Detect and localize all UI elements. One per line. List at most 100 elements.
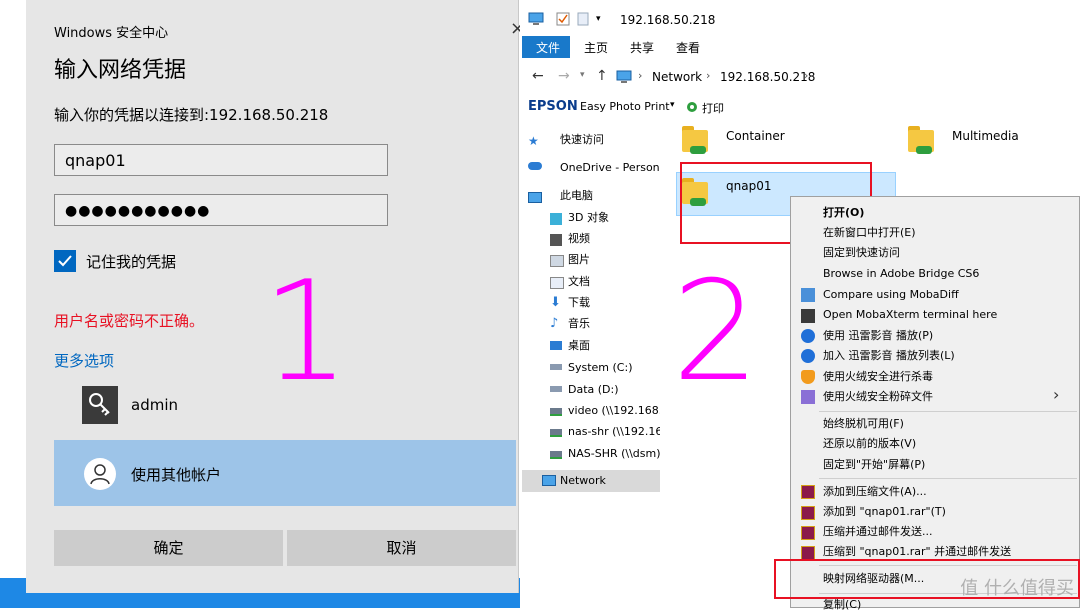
nav-item-video-share[interactable]: video (\\192.168.5	[568, 401, 660, 421]
menu-item-compress-email[interactable]: 压缩并通过邮件发送...	[823, 522, 933, 542]
navigation-pane: ★ 快速访问 OneDrive - Persona 此电脑 3D 对象 视频 图…	[520, 118, 660, 608]
pictures-icon	[550, 255, 564, 267]
menu-item-restore-versions[interactable]: 还原以前的版本(V)	[823, 434, 916, 454]
nav-item-documents[interactable]: 文档	[568, 272, 688, 292]
back-arrow-icon[interactable]: ←	[532, 68, 544, 84]
menu-item-add-rar[interactable]: 添加到 "qnap01.rar"(T)	[823, 502, 946, 522]
mobaxterm-icon	[801, 309, 815, 323]
nav-item-quick-access[interactable]: 快速访问	[560, 130, 680, 150]
menu-item-pin-start[interactable]: 固定到"开始"屏幕(P)	[823, 455, 925, 475]
network-drive-icon	[550, 429, 562, 437]
menu-item-mobadiff[interactable]: Compare using MobaDiff	[823, 285, 959, 305]
nav-item-pictures[interactable]: 图片	[568, 250, 688, 270]
network-drive-icon	[550, 408, 562, 416]
nav-item-nas-shr-dsm[interactable]: NAS-SHR (\\dsm)	[568, 444, 660, 464]
menu-item-huorong-shred[interactable]: 使用火绒安全粉碎文件	[823, 387, 933, 407]
quick-access-dropdown-icon[interactable]: ▾	[596, 14, 601, 24]
forward-arrow-icon[interactable]: →	[558, 68, 570, 84]
xunlei-player-icon	[801, 349, 815, 363]
winrar-icon	[801, 506, 815, 520]
menu-item-xunlei-play[interactable]: 使用 迅雷影音 播放(P)	[823, 326, 933, 346]
title-bar: ▾ 192.168.50.218	[520, 0, 1080, 36]
annotation-step-2: 2	[672, 251, 760, 412]
checkmark-icon	[58, 255, 72, 267]
video-icon	[550, 234, 562, 246]
key-icon	[82, 386, 118, 424]
menu-item-huorong-scan[interactable]: 使用火绒安全进行杀毒	[823, 367, 933, 387]
more-options-link[interactable]: 更多选项	[54, 350, 114, 371]
menu-item-xunlei-playlist[interactable]: 加入 迅雷影音 播放列表(L)	[823, 346, 955, 366]
menu-item-open[interactable]: 打开(O)	[823, 203, 864, 223]
menu-item-mobaxterm[interactable]: Open MobaXterm terminal here	[823, 305, 997, 325]
nav-item-nas-shr[interactable]: nas-shr (\\192.168	[568, 422, 660, 442]
breadcrumb-network[interactable]: Network	[652, 70, 702, 84]
tab-share[interactable]: 共享	[630, 38, 654, 58]
cancel-button[interactable]: 取消	[287, 530, 516, 566]
context-menu: 打开(O) 在新窗口中打开(E) 固定到快速访问 Browse in Adobe…	[790, 196, 1080, 611]
tab-file-label[interactable]: 文件	[536, 38, 560, 58]
new-folder-icon[interactable]	[576, 12, 590, 26]
breadcrumb-host[interactable]: 192.168.50.218	[720, 70, 815, 84]
epson-brand: EPSON	[528, 99, 578, 114]
network-share-icon	[916, 146, 932, 154]
nav-item-desktop[interactable]: 桌面	[568, 336, 688, 356]
submenu-arrow-icon: ›	[1053, 385, 1060, 404]
folder-icon	[682, 124, 708, 154]
breadcrumb-separator-icon: ›	[804, 69, 809, 82]
menu-item-pin-quick-access[interactable]: 固定到快速访问	[823, 243, 900, 263]
tab-home[interactable]: 主页	[584, 38, 608, 58]
winrar-icon	[801, 546, 815, 560]
winrar-icon	[801, 526, 815, 540]
nav-item-videos[interactable]: 视频	[568, 229, 688, 249]
network-icon	[616, 70, 632, 83]
nav-item-drive-d[interactable]: Data (D:)	[568, 380, 688, 400]
print-button[interactable]: 打印	[702, 100, 724, 116]
address-bar: ← → ▾ ↑ › Network › 192.168.50.218 ›	[520, 62, 1080, 92]
xunlei-player-icon	[801, 329, 815, 343]
epson-dropdown-icon[interactable]: ▾	[670, 100, 675, 110]
nav-item-network[interactable]: Network	[560, 471, 680, 491]
tab-view[interactable]: 查看	[676, 38, 700, 58]
print-icon	[687, 102, 697, 112]
ok-button[interactable]: 确定	[54, 530, 283, 566]
nav-item-3d[interactable]: 3D 对象	[568, 208, 688, 228]
nav-item-onedrive[interactable]: OneDrive - Persona	[560, 158, 660, 178]
epson-app-button[interactable]: Easy Photo Print	[580, 100, 670, 113]
recent-dropdown-icon[interactable]: ▾	[580, 70, 585, 80]
star-icon: ★	[528, 134, 539, 148]
this-pc-icon	[528, 192, 542, 203]
password-field[interactable]: ●●●●●●●●●●●	[54, 194, 388, 226]
menu-item-adobe-bridge[interactable]: Browse in Adobe Bridge CS6	[823, 264, 979, 284]
remember-label: 记住我的凭据	[86, 253, 177, 271]
username-field[interactable]: qnap01	[54, 144, 388, 176]
folder-multimedia[interactable]: Multimedia	[952, 129, 1019, 143]
menu-item-offline[interactable]: 始终脱机可用(F)	[823, 414, 904, 434]
computer-icon	[528, 12, 544, 25]
nav-item-drive-c[interactable]: System (C:)	[568, 358, 688, 378]
drive-c-icon	[550, 364, 562, 370]
remember-checkbox[interactable]	[54, 250, 76, 272]
music-icon: ♪	[550, 316, 559, 331]
3d-objects-icon	[550, 213, 562, 225]
nav-item-downloads[interactable]: 下载	[568, 293, 688, 313]
menu-item-open-new-window[interactable]: 在新窗口中打开(E)	[823, 223, 916, 243]
up-arrow-icon[interactable]: ↑	[596, 68, 608, 84]
nav-item-music[interactable]: 音乐	[568, 314, 688, 334]
winrar-icon	[801, 485, 815, 499]
menu-separator	[819, 411, 1077, 412]
nav-item-this-pc[interactable]: 此电脑	[560, 186, 680, 206]
menu-item-add-archive[interactable]: 添加到压缩文件(A)...	[823, 482, 927, 502]
cloud-icon	[528, 162, 542, 170]
network-drive-icon	[550, 451, 562, 459]
folder-container[interactable]: Container	[726, 129, 785, 143]
account-other[interactable]: 使用其他帐户	[54, 440, 516, 506]
account-label: admin	[131, 396, 178, 414]
breadcrumb-separator-icon: ›	[706, 69, 711, 82]
dialog-prompt: 输入你的凭据以连接到:192.168.50.218	[54, 106, 329, 124]
drive-d-icon	[550, 386, 562, 392]
window-title: 192.168.50.218	[620, 13, 716, 27]
folder-icon	[908, 124, 934, 154]
properties-icon[interactable]	[556, 12, 570, 26]
watermark: 值 什么值得买	[960, 578, 1074, 599]
breadcrumb-separator-icon: ›	[638, 69, 643, 82]
